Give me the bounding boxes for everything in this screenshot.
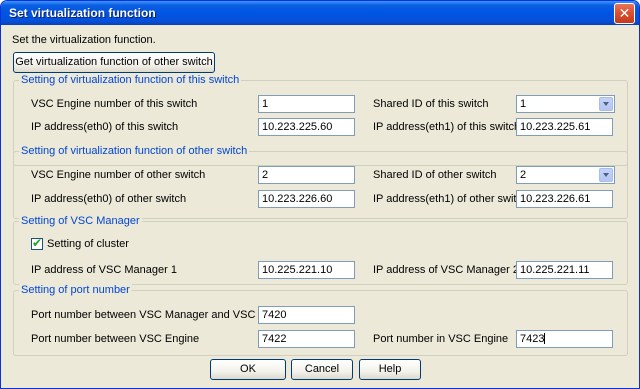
this-engine-label: VSC Engine number of this switch [31, 98, 198, 110]
group-vsc-manager-legend: Setting of VSC Manager [19, 215, 142, 227]
between-engine-port-input[interactable]: 7422 [258, 330, 355, 348]
this-engine-input[interactable]: 1 [258, 95, 355, 113]
mgr-engine-port-label: Port number between VSC Manager and VSC … [31, 309, 293, 321]
other-engine-label: VSC Engine number of other switch [31, 169, 206, 181]
mgr1-input[interactable]: 10.225.221.10 [258, 261, 355, 279]
intro-text: Set the virtualization function. [12, 34, 156, 46]
other-eth1-input[interactable]: 10.223.226.61 [516, 190, 613, 208]
group-this-switch-legend: Setting of virtualization function of th… [19, 74, 242, 86]
window-title: Set virtualization function [9, 6, 156, 20]
group-other-switch: Setting of virtualization function of ot… [13, 145, 628, 219]
in-engine-port-label: Port number in VSC Engine [373, 333, 509, 345]
other-shared-label: Shared ID of other switch [373, 169, 497, 181]
group-vsc-manager: Setting of VSC Manager ✔ Setting of clus… [13, 215, 628, 285]
get-other-switch-button[interactable]: Get virtualization function of other swi… [13, 52, 215, 73]
this-eth1-input[interactable]: 10.223.225.61 [516, 118, 613, 136]
in-engine-port-input[interactable]: 7423 [516, 330, 613, 348]
cancel-button[interactable]: Cancel [291, 359, 353, 380]
mgr1-label: IP address of VSC Manager 1 [31, 264, 177, 276]
group-other-switch-legend: Setting of virtualization function of ot… [19, 145, 250, 157]
chevron-down-icon[interactable] [599, 168, 613, 182]
this-eth1-label: IP address(eth1) of this switch [373, 121, 521, 133]
chevron-down-icon[interactable] [599, 97, 613, 111]
other-shared-select[interactable]: 2 [516, 166, 615, 184]
between-engine-port-label: Port number between VSC Engine [31, 333, 200, 345]
other-engine-input[interactable]: 2 [258, 166, 355, 184]
dialog-window: Set virtualization function ✕ Set the vi… [0, 0, 640, 389]
this-eth0-input[interactable]: 10.223.225.60 [258, 118, 355, 136]
this-shared-select[interactable]: 1 [516, 95, 615, 113]
checkmark-icon: ✔ [32, 236, 43, 250]
other-shared-value: 2 [520, 169, 527, 181]
help-button[interactable]: Help [359, 359, 421, 380]
title-bar[interactable]: Set virtualization function ✕ [1, 1, 639, 25]
other-eth0-input[interactable]: 10.223.226.60 [258, 190, 355, 208]
this-eth0-label: IP address(eth0) of this switch [31, 121, 179, 133]
ok-button[interactable]: OK [210, 359, 286, 380]
other-eth1-label: IP address(eth1) of other switch [373, 193, 529, 205]
close-icon: ✕ [618, 5, 631, 21]
other-eth0-label: IP address(eth0) of other switch [31, 193, 187, 205]
close-button[interactable]: ✕ [614, 3, 635, 24]
cluster-checkbox[interactable]: ✔ [31, 236, 43, 250]
mgr2-label: IP address of VSC Manager 2 [373, 264, 519, 276]
this-shared-label: Shared ID of this switch [373, 98, 489, 110]
mgr-engine-port-input[interactable]: 7420 [258, 306, 355, 324]
text-caret [544, 333, 546, 344]
mgr2-input[interactable]: 10.225.221.11 [516, 261, 613, 279]
in-engine-port-value: 7423 [520, 333, 545, 345]
this-shared-value: 1 [520, 98, 527, 110]
cluster-label: Setting of cluster [47, 238, 129, 250]
group-port-legend: Setting of port number [19, 284, 132, 296]
dialog-body: Set the virtualization function. Get vir… [4, 25, 636, 387]
group-port: Setting of port number Port number betwe… [13, 284, 628, 356]
